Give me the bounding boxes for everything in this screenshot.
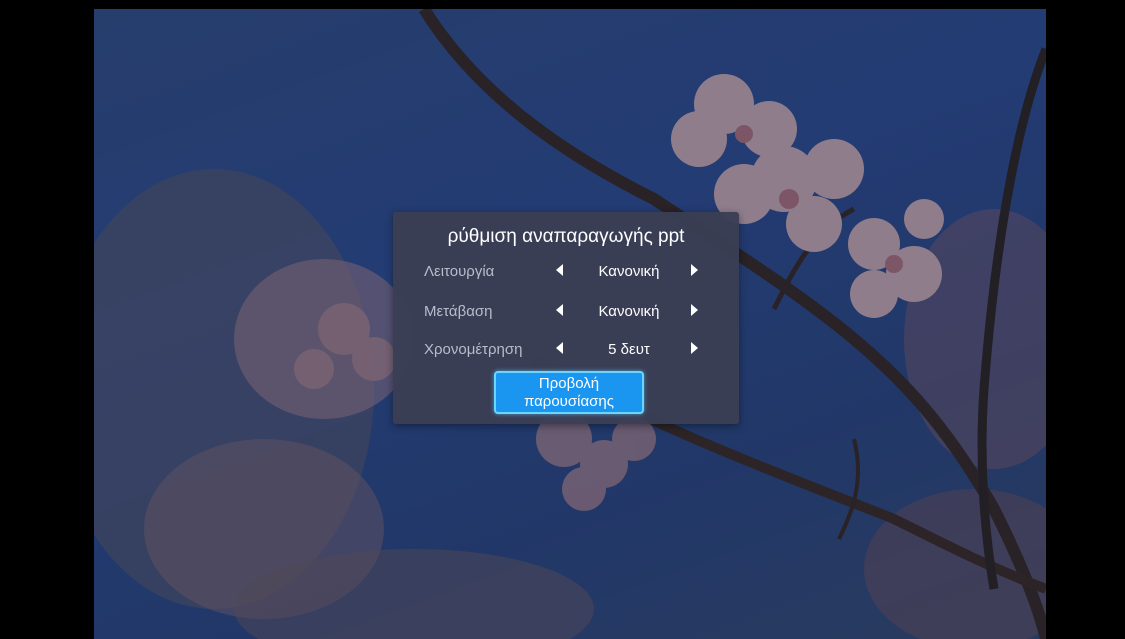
setting-row-transition[interactable]: Μετάβαση Κανονική bbox=[393, 300, 739, 324]
dialog-title: ρύθμιση αναπαραγωγής ppt bbox=[447, 226, 685, 247]
setting-row-mode[interactable]: Λειτουργία Κανονική bbox=[393, 260, 739, 284]
triangle-left-icon[interactable] bbox=[556, 342, 563, 354]
ppt-playback-settings-dialog: ρύθμιση αναπαραγωγής ppt Λειτουργία Κανο… bbox=[393, 212, 739, 424]
setting-label-timing: Χρονομέτρηση bbox=[424, 341, 523, 358]
triangle-right-icon[interactable] bbox=[691, 264, 698, 276]
triangle-right-icon[interactable] bbox=[691, 342, 698, 354]
setting-label-transition: Μετάβαση bbox=[424, 303, 493, 320]
triangle-left-icon[interactable] bbox=[556, 304, 563, 316]
triangle-right-icon[interactable] bbox=[691, 304, 698, 316]
projector-screen: ρύθμιση αναπαραγωγής ppt Λειτουργία Κανο… bbox=[0, 0, 1125, 639]
start-slideshow-label-line1: Προβολή bbox=[538, 375, 600, 392]
setting-value-timing: 5 δευτ bbox=[608, 341, 650, 358]
setting-value-mode: Κανονική bbox=[598, 263, 660, 280]
setting-value-transition: Κανονική bbox=[598, 303, 660, 320]
triangle-left-icon[interactable] bbox=[556, 264, 563, 276]
setting-row-timing[interactable]: Χρονομέτρηση 5 δευτ bbox=[393, 338, 739, 362]
start-slideshow-label-line2: παρουσίασης bbox=[524, 393, 614, 410]
start-slideshow-button[interactable]: Προβολή παρουσίασης bbox=[494, 371, 644, 414]
setting-label-mode: Λειτουργία bbox=[424, 263, 495, 280]
